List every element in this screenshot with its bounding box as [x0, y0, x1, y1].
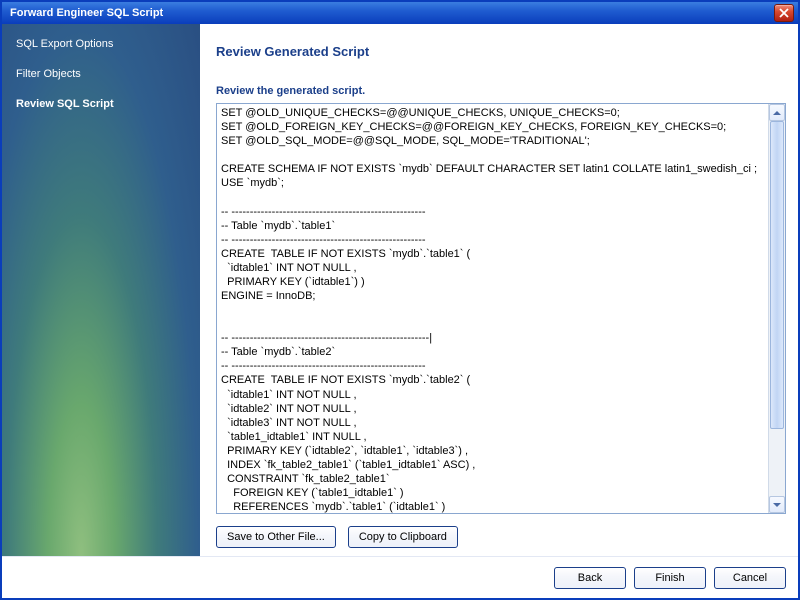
scroll-track[interactable]	[769, 121, 785, 496]
scroll-down-button[interactable]	[769, 496, 785, 513]
page-subheading: Review the generated script.	[216, 85, 786, 97]
sidebar-item-review-sql-script[interactable]: Review SQL Script	[12, 96, 190, 112]
sidebar: SQL Export Options Filter Objects Review…	[2, 24, 200, 556]
vertical-scrollbar[interactable]	[768, 104, 785, 513]
sidebar-item-sql-export-options[interactable]: SQL Export Options	[12, 36, 190, 52]
script-textarea[interactable]: SET @OLD_UNIQUE_CHECKS=@@UNIQUE_CHECKS, …	[217, 104, 768, 513]
script-textarea-wrap: SET @OLD_UNIQUE_CHECKS=@@UNIQUE_CHECKS, …	[216, 103, 786, 514]
titlebar: Forward Engineer SQL Script	[2, 2, 798, 24]
close-button[interactable]	[774, 4, 794, 22]
chevron-down-icon	[773, 501, 781, 509]
save-to-file-button[interactable]: Save to Other File...	[216, 526, 336, 548]
copy-to-clipboard-button[interactable]: Copy to Clipboard	[348, 526, 458, 548]
sidebar-item-label: SQL Export Options	[16, 38, 113, 50]
client-area: SQL Export Options Filter Objects Review…	[2, 24, 798, 556]
sidebar-item-label: Filter Objects	[16, 68, 81, 80]
sidebar-item-filter-objects[interactable]: Filter Objects	[12, 66, 190, 82]
wizard-window: Forward Engineer SQL Script SQL Export O…	[0, 0, 800, 600]
scroll-thumb[interactable]	[770, 121, 784, 429]
back-button[interactable]: Back	[554, 567, 626, 589]
main-panel: Review Generated Script Review the gener…	[200, 24, 798, 556]
finish-button[interactable]: Finish	[634, 567, 706, 589]
cancel-button[interactable]: Cancel	[714, 567, 786, 589]
scroll-up-button[interactable]	[769, 104, 785, 121]
sidebar-item-label: Review SQL Script	[16, 98, 114, 110]
wizard-footer: Back Finish Cancel	[2, 556, 798, 598]
script-action-row: Save to Other File... Copy to Clipboard	[216, 526, 786, 548]
window-title: Forward Engineer SQL Script	[10, 7, 774, 19]
chevron-up-icon	[773, 109, 781, 117]
page-heading: Review Generated Script	[216, 44, 786, 59]
close-icon	[779, 8, 789, 18]
